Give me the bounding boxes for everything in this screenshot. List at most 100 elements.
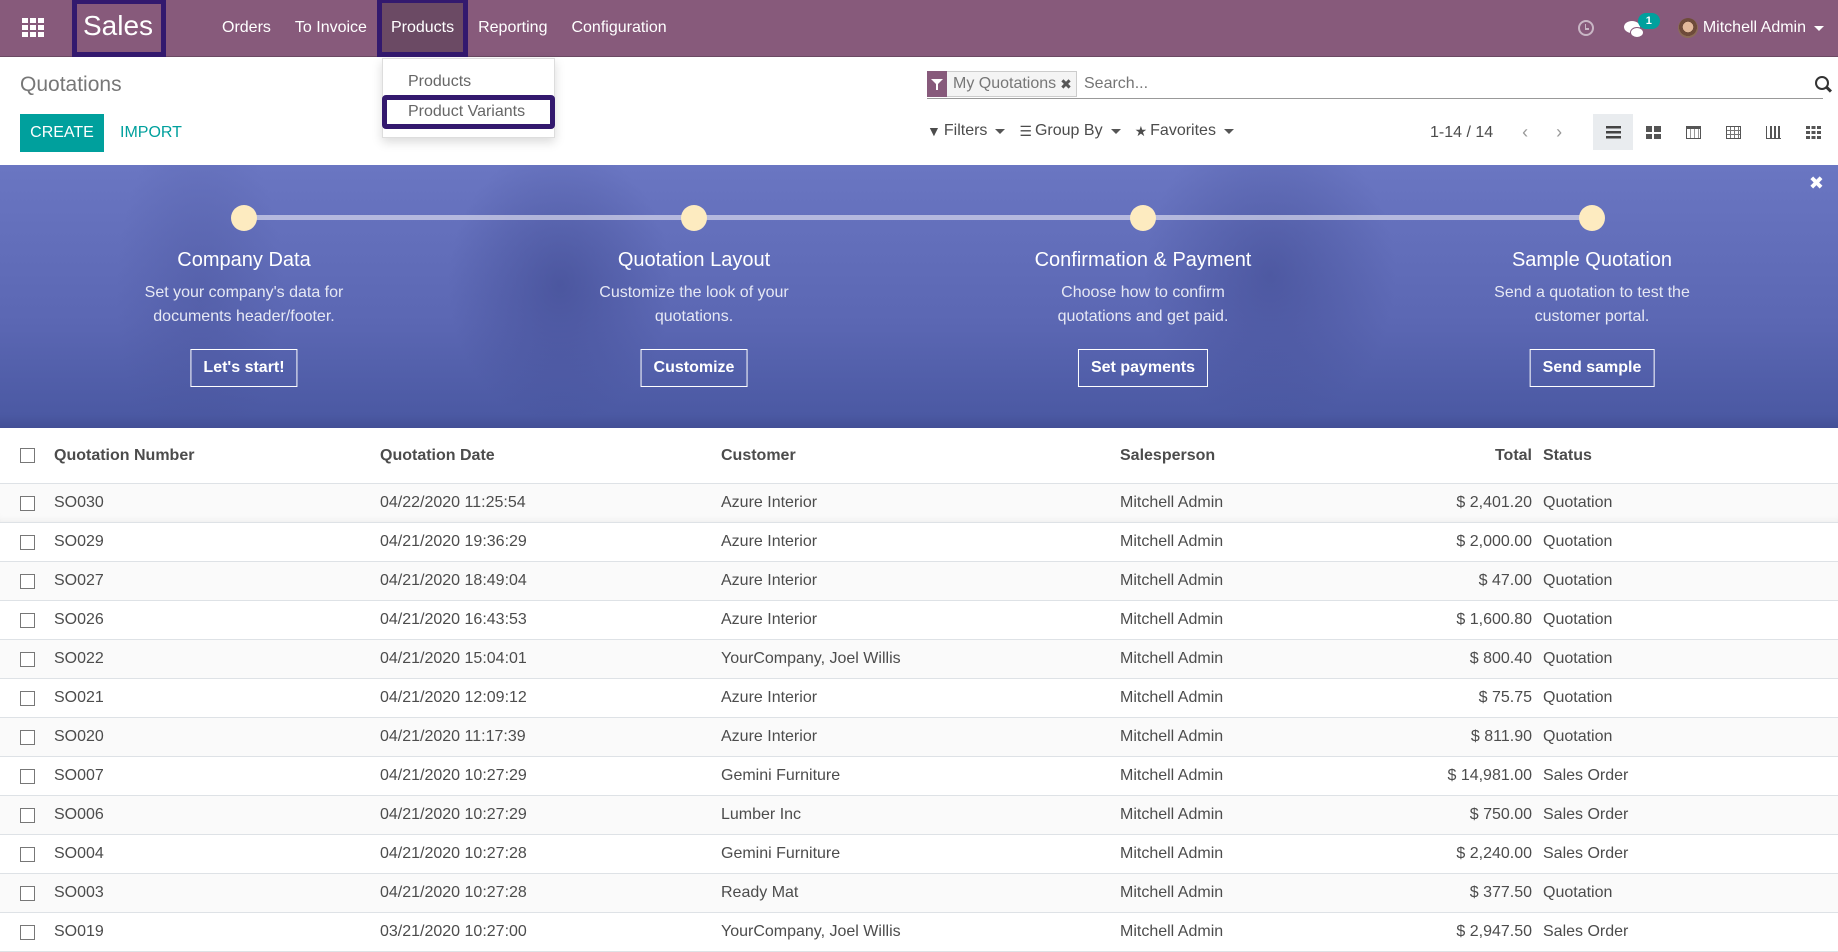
cell-status: Sales Order: [1543, 806, 1629, 823]
step-description: Customize the look of your quotations.: [599, 284, 789, 325]
cell-date: 04/21/2020 10:27:28: [380, 845, 527, 862]
cell-date: 04/21/2020 10:27:29: [380, 767, 527, 784]
messages-count-badge: 1: [1637, 13, 1660, 29]
lets-start-button[interactable]: Let's start!: [190, 349, 298, 387]
column-header-status[interactable]: Status: [1543, 447, 1743, 465]
table-row[interactable]: SO030 04/22/2020 11:25:54 Azure Interior Mi…: [0, 484, 1838, 523]
cell-status: Quotation: [1543, 689, 1613, 706]
column-header-total[interactable]: Total: [1370, 447, 1543, 465]
graph-view-button[interactable]: [1753, 114, 1793, 150]
cell-total: $ 1,600.80: [1456, 611, 1532, 628]
close-icon[interactable]: ✖: [1809, 173, 1824, 194]
row-checkbox[interactable]: [20, 807, 35, 823]
cell-date: 04/21/2020 18:49:04: [380, 572, 527, 589]
dropdown-item-products[interactable]: Products: [383, 67, 554, 97]
set-payments-button[interactable]: Set payments: [1077, 349, 1209, 387]
menu-orders[interactable]: Orders: [210, 0, 283, 56]
column-header-date[interactable]: Quotation Date: [380, 447, 721, 465]
main-menu: Orders To Invoice Products Reporting Con…: [210, 0, 679, 57]
table-row[interactable]: SO007 04/21/2020 10:27:29 Gemini Furniture…: [0, 757, 1838, 796]
step-description: Choose how to confirm quotations and get…: [1057, 284, 1229, 325]
cell-salesperson: Mitchell Admin: [1120, 845, 1224, 862]
groupby-button[interactable]: ☰ Group By: [1019, 122, 1121, 140]
row-checkbox[interactable]: [20, 612, 35, 628]
cell-salesperson: Mitchell Admin: [1120, 650, 1224, 667]
page-title: Quotations: [20, 73, 122, 96]
cell-customer: Azure Interior: [721, 611, 818, 628]
pivot-view-button[interactable]: [1713, 114, 1753, 150]
row-checkbox[interactable]: [20, 651, 35, 667]
activity-view-button[interactable]: [1793, 114, 1833, 150]
table-body: SO030 04/22/2020 11:25:54 Azure Interior Mi…: [0, 484, 1838, 952]
step-dot: [1130, 205, 1156, 231]
table-row[interactable]: SO026 04/21/2020 16:43:53 Azure Interior Mi…: [0, 601, 1838, 640]
row-checkbox[interactable]: [20, 768, 35, 784]
cell-number: SO021: [54, 689, 104, 706]
dropdown-item-product-variants[interactable]: Product Variants: [382, 95, 555, 129]
products-dropdown-menu: Products Product Variants: [382, 58, 555, 138]
table-row[interactable]: SO020 04/21/2020 11:17:39 Azure Interior Mi…: [0, 718, 1838, 757]
pager: 1-14 / 14 ‹ ›: [1430, 122, 1581, 143]
search-icon[interactable]: [1815, 76, 1829, 90]
cell-salesperson: Mitchell Admin: [1120, 767, 1224, 784]
row-checkbox[interactable]: [20, 573, 35, 589]
pager-previous-icon[interactable]: ‹: [1513, 122, 1537, 143]
row-checkbox[interactable]: [20, 885, 35, 901]
calendar-view-button[interactable]: [1673, 114, 1713, 150]
create-button[interactable]: CREATE: [20, 114, 104, 152]
facet-remove-icon[interactable]: ✖: [1060, 76, 1076, 93]
cell-status: Quotation: [1543, 611, 1613, 628]
select-all-checkbox[interactable]: [20, 448, 35, 463]
menu-reporting[interactable]: Reporting: [466, 0, 559, 56]
menu-configuration[interactable]: Configuration: [559, 0, 678, 56]
menu-to-invoice[interactable]: To Invoice: [283, 0, 379, 56]
cell-total: $ 811.90: [1470, 728, 1532, 745]
row-checkbox[interactable]: [20, 495, 35, 511]
cell-number: SO006: [54, 806, 104, 823]
cell-salesperson: Mitchell Admin: [1120, 884, 1224, 901]
cell-total: $ 800.40: [1469, 650, 1532, 667]
column-header-customer[interactable]: Customer: [721, 447, 1120, 465]
menu-products[interactable]: Products: [376, 0, 469, 57]
clock-icon[interactable]: [1577, 20, 1594, 36]
table-row[interactable]: SO021 04/21/2020 12:09:12 Azure Interior Mi…: [0, 679, 1838, 718]
column-header-salesperson[interactable]: Salesperson: [1120, 447, 1370, 465]
column-header-number[interactable]: Quotation Number: [54, 447, 380, 465]
table-row[interactable]: SO029 04/21/2020 19:36:29 Azure Interior Mi…: [0, 523, 1838, 562]
row-checkbox[interactable]: [20, 924, 35, 940]
pager-next-icon[interactable]: ›: [1547, 122, 1571, 143]
cell-customer: Azure Interior: [721, 533, 818, 550]
messages-button[interactable]: 1: [1623, 13, 1660, 38]
table-row[interactable]: SO019 03/21/2020 10:27:00 YourCompany, Joe…: [0, 913, 1838, 952]
pager-value[interactable]: 1-14 / 14: [1430, 124, 1493, 142]
import-button[interactable]: IMPORT: [120, 114, 182, 152]
list-view-button[interactable]: [1593, 114, 1633, 150]
customize-button[interactable]: Customize: [640, 349, 748, 387]
app-brand[interactable]: Sales: [73, 0, 163, 56]
user-menu[interactable]: Mitchell Admin: [1677, 18, 1824, 38]
step-description: Set your company's data for documents he…: [144, 284, 344, 325]
row-checkbox[interactable]: [20, 846, 35, 862]
send-sample-button[interactable]: Send sample: [1529, 349, 1655, 387]
table-row[interactable]: SO022 04/21/2020 15:04:01 YourCompany, Joe…: [0, 640, 1838, 679]
row-checkbox[interactable]: [20, 690, 35, 706]
table-row[interactable]: SO003 04/21/2020 10:27:28 Ready Mat Mitchel…: [0, 874, 1838, 913]
filters-button[interactable]: ▼ Filters: [927, 122, 1006, 140]
row-checkbox[interactable]: [20, 534, 35, 550]
table-row[interactable]: SO004 04/21/2020 10:27:28 Gemini Furniture…: [0, 835, 1838, 874]
favorites-button[interactable]: ★ Favorites: [1135, 122, 1234, 140]
kanban-view-button[interactable]: [1633, 114, 1673, 150]
user-name: Mitchell Admin: [1702, 19, 1806, 36]
search-input[interactable]: [1084, 72, 1734, 96]
table-row[interactable]: SO006 04/21/2020 10:27:29 Lumber Inc Mitche…: [0, 796, 1838, 835]
cell-number: SO027: [54, 572, 104, 589]
apps-grid-icon[interactable]: [20, 18, 44, 38]
cell-number: SO030: [54, 494, 104, 511]
table-row[interactable]: SO027 04/21/2020 18:49:04 Azure Interior Mi…: [0, 562, 1838, 601]
row-checkbox[interactable]: [20, 729, 35, 745]
cell-customer: Azure Interior: [721, 689, 818, 706]
cell-salesperson: Mitchell Admin: [1120, 689, 1224, 706]
step-dot: [231, 205, 257, 231]
search-options: ▼ Filters ☰ Group By ★ Favorites: [927, 122, 1248, 140]
cell-date: 04/22/2020 11:25:54: [380, 494, 526, 511]
